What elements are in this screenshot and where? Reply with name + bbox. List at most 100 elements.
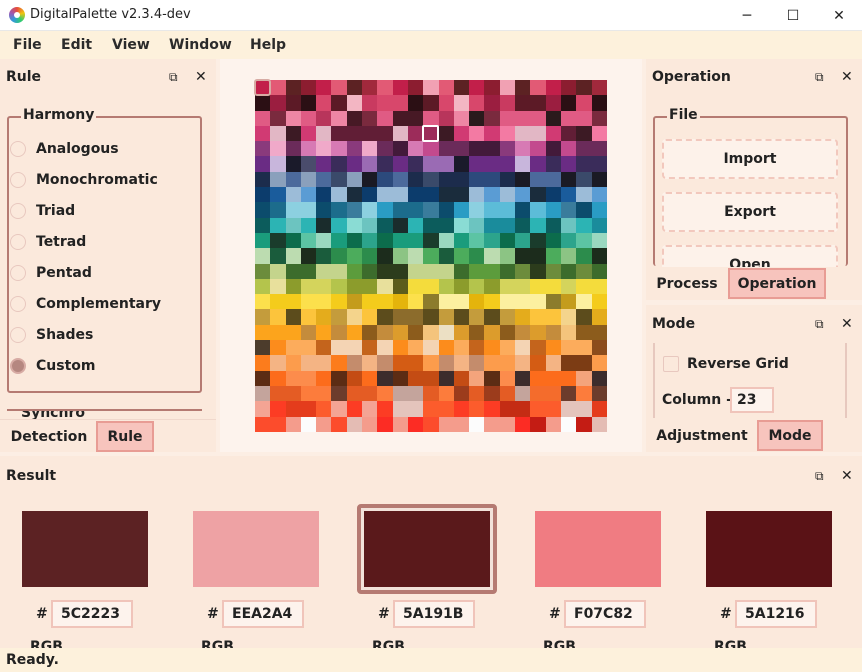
grid-cell[interactable]: [545, 401, 561, 417]
grid-cell[interactable]: [346, 232, 363, 249]
grid-cell[interactable]: [545, 385, 561, 402]
swatch-color[interactable]: [535, 511, 661, 587]
grid-cell[interactable]: [530, 217, 546, 233]
grid-cell[interactable]: [438, 385, 454, 402]
tab-process[interactable]: Process: [652, 268, 722, 299]
grid-cell[interactable]: [255, 187, 271, 203]
grid-cell[interactable]: [591, 401, 607, 417]
grid-cell[interactable]: [346, 324, 363, 341]
grid-cell[interactable]: [484, 171, 500, 188]
grid-cell[interactable]: [270, 125, 286, 142]
grid-cell[interactable]: [576, 278, 592, 295]
grid-cell[interactable]: [285, 95, 301, 111]
grid-cell[interactable]: [438, 171, 454, 188]
grid-cell[interactable]: [453, 232, 470, 249]
grid-cell[interactable]: [530, 294, 546, 310]
grid-cell[interactable]: [499, 141, 516, 157]
grid-cell[interactable]: [560, 202, 577, 218]
grid-cell[interactable]: [285, 278, 301, 295]
grid-cell[interactable]: [469, 125, 485, 142]
grid-cell[interactable]: [392, 416, 408, 432]
grid-cell[interactable]: [530, 202, 546, 218]
grid-cell[interactable]: [591, 278, 607, 295]
grid-cell[interactable]: [545, 294, 561, 310]
grid-cell[interactable]: [484, 141, 500, 157]
grid-cell[interactable]: [515, 340, 531, 356]
image-canvas[interactable]: [220, 59, 642, 452]
grid-cell[interactable]: [316, 340, 332, 356]
grid-cell[interactable]: [346, 294, 363, 310]
grid-cell[interactable]: [499, 401, 516, 417]
swatch-2[interactable]: [186, 504, 326, 594]
grid-cell[interactable]: [407, 401, 424, 417]
swatch-3[interactable]: [357, 504, 497, 594]
tab-adjustment[interactable]: Adjustment: [652, 420, 752, 451]
grid-cell[interactable]: [362, 401, 378, 417]
grid-cell[interactable]: [530, 232, 546, 249]
grid-cell[interactable]: [499, 340, 516, 356]
grid-cell[interactable]: [576, 385, 592, 402]
grid-cell[interactable]: [438, 110, 454, 126]
grid-cell[interactable]: [423, 141, 439, 157]
grid-cell[interactable]: [453, 110, 470, 126]
grid-cell[interactable]: [377, 355, 393, 371]
grid-cell[interactable]: [545, 95, 561, 111]
grid-cell[interactable]: [469, 156, 485, 172]
grid-cell[interactable]: [300, 217, 317, 233]
grid-cell[interactable]: [576, 80, 592, 96]
grid-cell[interactable]: [423, 309, 439, 325]
grid-cell[interactable]: [499, 171, 516, 188]
grid-cell[interactable]: [545, 370, 561, 386]
mode-close-button[interactable]: ✕: [841, 316, 853, 332]
grid-cell[interactable]: [407, 125, 424, 142]
grid-cell[interactable]: [362, 385, 378, 402]
grid-cell[interactable]: [377, 401, 393, 417]
grid-cell[interactable]: [392, 232, 408, 249]
grid-cell[interactable]: [331, 248, 347, 264]
grid-cell[interactable]: [576, 263, 592, 279]
grid-cell[interactable]: [392, 263, 408, 279]
grid-cell[interactable]: [560, 324, 577, 341]
grid-cell[interactable]: [362, 217, 378, 233]
radio-custom[interactable]: Custom: [10, 350, 95, 381]
grid-cell[interactable]: [300, 80, 317, 96]
grid-cell[interactable]: [407, 202, 424, 218]
grid-cell[interactable]: [255, 309, 271, 325]
grid-cell[interactable]: [362, 80, 378, 96]
grid-cell[interactable]: [453, 278, 470, 295]
grid-cell[interactable]: [300, 156, 317, 172]
grid-cell[interactable]: [576, 232, 592, 249]
grid-cell[interactable]: [576, 248, 592, 264]
grid-cell[interactable]: [407, 294, 424, 310]
grid-cell[interactable]: [407, 80, 424, 96]
grid-cell[interactable]: [469, 263, 485, 279]
grid-cell[interactable]: [392, 171, 408, 188]
grid-cell[interactable]: [560, 278, 577, 295]
grid-cell[interactable]: [255, 232, 271, 249]
grid-cell[interactable]: [285, 110, 301, 126]
grid-cell[interactable]: [453, 263, 470, 279]
grid-cell[interactable]: [407, 95, 424, 111]
grid-cell[interactable]: [591, 125, 607, 142]
grid-cell[interactable]: [545, 187, 561, 203]
grid-cell[interactable]: [407, 232, 424, 249]
grid-cell[interactable]: [270, 278, 286, 295]
grid-cell[interactable]: [515, 156, 531, 172]
grid-cell[interactable]: [515, 416, 531, 432]
grid-cell[interactable]: [576, 125, 592, 142]
grid-cell[interactable]: [331, 294, 347, 310]
grid-cell[interactable]: [438, 370, 454, 386]
grid-cell[interactable]: [453, 416, 470, 432]
grid-cell[interactable]: [331, 385, 347, 402]
grid-cell[interactable]: [270, 80, 286, 96]
grid-cell[interactable]: [499, 355, 516, 371]
grid-cell[interactable]: [346, 202, 363, 218]
grid-cell[interactable]: [362, 232, 378, 249]
grid-cell[interactable]: [423, 416, 439, 432]
grid-cell[interactable]: [270, 110, 286, 126]
grid-cell[interactable]: [285, 355, 301, 371]
grid-cell[interactable]: [530, 125, 546, 142]
operation-float-button[interactable]: ⧉: [815, 70, 824, 85]
grid-cell[interactable]: [316, 324, 332, 341]
grid-cell[interactable]: [392, 294, 408, 310]
